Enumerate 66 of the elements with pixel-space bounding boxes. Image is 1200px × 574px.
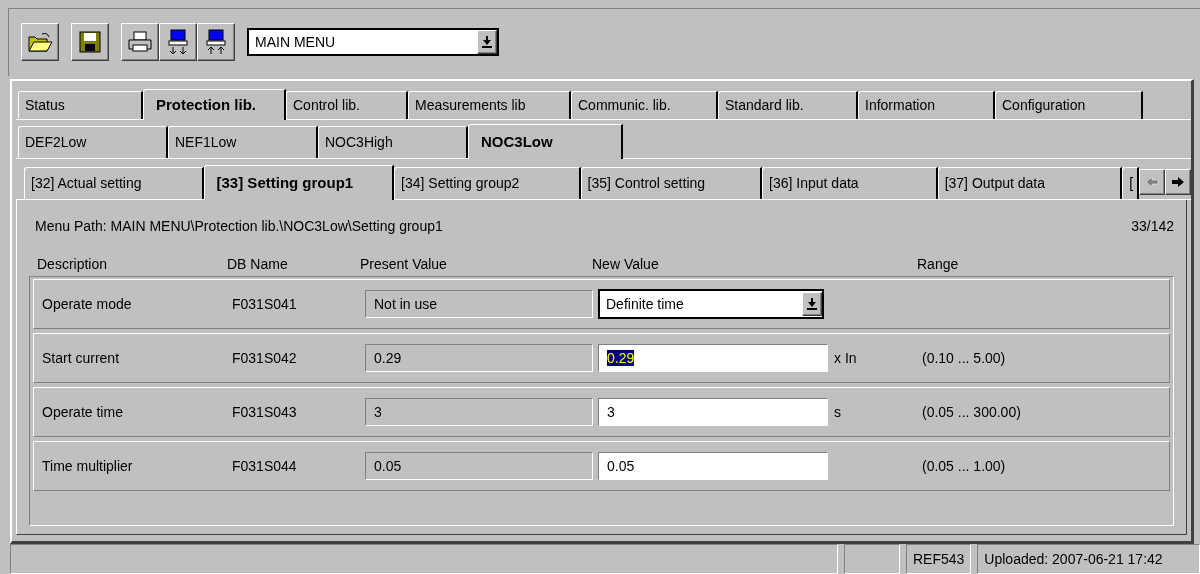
page-tab[interactable]: [35] Control setting xyxy=(580,166,763,199)
present-value-field: 0.05 xyxy=(365,451,593,480)
open-folder-icon xyxy=(27,31,53,54)
function-tab[interactable]: NOC3High xyxy=(318,125,468,158)
range-cell-text: (0.10 ... 5.00) xyxy=(922,349,1007,366)
scroll-right-button[interactable] xyxy=(1165,168,1191,195)
description-cell-text: Start current xyxy=(42,349,121,366)
menu-path: Menu Path: MAIN MENU\Protection lib.\NOC3Low\Setting group1 xyxy=(35,217,443,236)
computer-up-icon xyxy=(204,29,228,56)
open-button[interactable] xyxy=(21,23,59,62)
new-value-select[interactable]: Definite time xyxy=(598,288,824,319)
status-panel: Uploaded: 2007-06-21 17:42 xyxy=(977,544,1200,574)
page-tab[interactable]: [ xyxy=(1122,166,1140,199)
menu-select[interactable]: MAIN MENU xyxy=(247,28,499,57)
library-tab[interactable]: Control lib. xyxy=(286,90,408,119)
print-button[interactable] xyxy=(121,23,159,62)
library-tab[interactable]: Information xyxy=(858,90,995,119)
library-tab[interactable]: Communic. lib. xyxy=(571,90,718,119)
upload-button[interactable] xyxy=(197,23,235,62)
description-cell-text: Operate time xyxy=(42,403,124,420)
save-button[interactable] xyxy=(71,23,109,62)
new-value-field[interactable]: 0.29 xyxy=(598,343,828,372)
dropdown-arrow-icon xyxy=(807,297,817,310)
db-name-cell-text: F031S041 xyxy=(232,295,298,312)
present-value-field: Not in use xyxy=(365,289,593,318)
db-name-cell-text: F031S042 xyxy=(232,349,298,366)
computer-down-icon xyxy=(166,29,190,56)
library-tab[interactable]: Status xyxy=(18,90,143,119)
page-tab[interactable]: [33] Setting group1 xyxy=(203,164,395,200)
page-tab[interactable]: [36] Input data xyxy=(762,166,938,199)
description-cell-text: Time multiplier xyxy=(42,457,134,474)
right-arrow-icon xyxy=(1171,175,1186,188)
column-header: New Value xyxy=(592,255,660,272)
unit-label: s xyxy=(834,403,842,420)
column-header: Range xyxy=(917,255,960,272)
new-value-field[interactable]: 0.05 xyxy=(598,451,828,480)
db-name-cell-text: F031S043 xyxy=(232,403,298,420)
page-tab[interactable]: [32] Actual setting xyxy=(24,166,204,199)
new-value-field[interactable]: 3 xyxy=(598,397,828,426)
range-cell-text: (0.05 ... 300.00) xyxy=(922,403,1022,420)
library-tab[interactable]: Configuration xyxy=(995,90,1143,119)
function-tab[interactable]: NEF1Low xyxy=(168,125,318,158)
library-tab[interactable]: Measurements lib xyxy=(408,90,571,119)
column-header: Present Value xyxy=(360,255,448,272)
function-tab[interactable]: DEF2Low xyxy=(18,125,168,158)
unit-label: x In xyxy=(834,349,858,366)
page-counter: 33/142 xyxy=(1131,217,1174,236)
present-value-field: 3 xyxy=(365,397,593,426)
left-arrow-icon xyxy=(1145,175,1160,188)
page-tab[interactable]: [37] Output data xyxy=(937,166,1123,199)
printer-icon xyxy=(127,31,153,54)
function-tab[interactable]: NOC3Low xyxy=(468,123,623,159)
db-name-cell-text: F031S044 xyxy=(232,457,298,474)
dropdown-arrow-icon xyxy=(482,36,492,49)
save-icon xyxy=(79,31,101,54)
column-header: Description xyxy=(37,255,109,272)
download-button[interactable] xyxy=(159,23,197,62)
column-header: DB Name xyxy=(227,255,289,272)
page-tab[interactable]: [34] Setting group2 xyxy=(394,166,581,199)
description-cell-text: Operate mode xyxy=(42,295,133,312)
present-value-field: 0.29 xyxy=(365,343,593,372)
library-tab[interactable]: Standard lib. xyxy=(718,90,858,119)
status-panel xyxy=(844,544,900,574)
library-tab[interactable]: Protection lib. xyxy=(143,88,286,120)
range-cell-text: (0.05 ... 1.00) xyxy=(922,457,1007,474)
status-panel: REF543 xyxy=(906,544,972,574)
